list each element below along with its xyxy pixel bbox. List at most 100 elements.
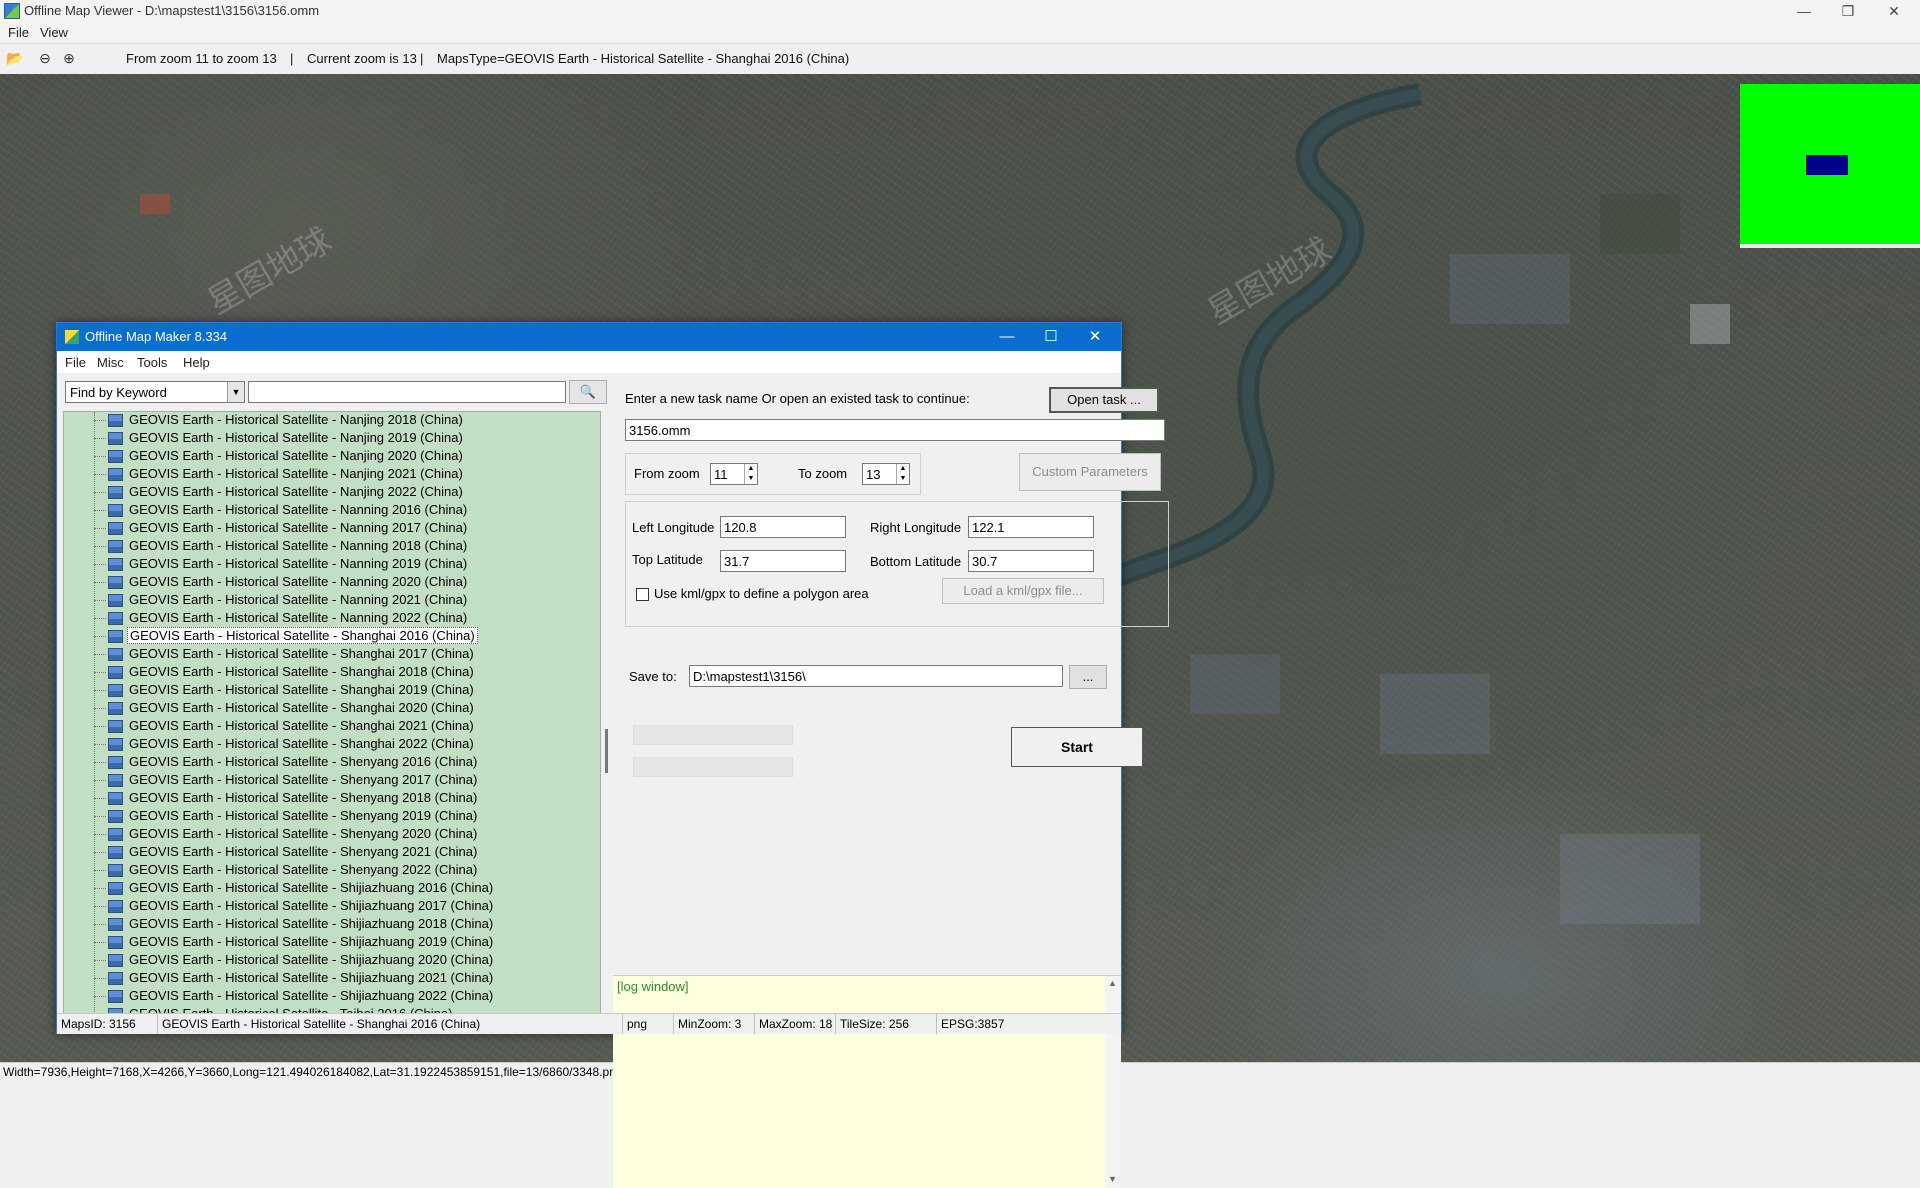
map-tile-icon (108, 810, 123, 824)
tree-item-label: GEOVIS Earth - Historical Satellite - Na… (129, 538, 468, 553)
tree-item[interactable]: GEOVIS Earth - Historical Satellite - Sh… (94, 717, 476, 735)
tree-item[interactable]: GEOVIS Earth - Historical Satellite - Sh… (94, 879, 495, 897)
dialog-menu-file[interactable]: File (65, 355, 86, 370)
tree-item[interactable]: GEOVIS Earth - Historical Satellite - Sh… (94, 825, 479, 843)
bottom-latitude-input[interactable]: 30.7 (968, 550, 1094, 572)
save-to-input[interactable]: D:\mapstest1\3156\ (689, 665, 1063, 687)
tree-item[interactable]: GEOVIS Earth - Historical Satellite - Sh… (94, 699, 476, 717)
scroll-down-icon[interactable]: ▼ (1108, 1174, 1117, 1184)
tree-item[interactable]: GEOVIS Earth - Historical Satellite - Na… (94, 537, 469, 555)
tree-item-label: GEOVIS Earth - Historical Satellite - Na… (129, 520, 468, 535)
tree-item[interactable]: GEOVIS Earth - Historical Satellite - Sh… (94, 987, 495, 1005)
search-button[interactable]: 🔍 (569, 380, 607, 404)
tree-item[interactable]: GEOVIS Earth - Historical Satellite - Sh… (94, 933, 495, 951)
tree-item-label: GEOVIS Earth - Historical Satellite - Sh… (129, 970, 494, 985)
tree-item[interactable]: GEOVIS Earth - Historical Satellite - Na… (94, 447, 465, 465)
dialog-menu-misc[interactable]: Misc (97, 355, 124, 370)
tree-item[interactable]: GEOVIS Earth - Historical Satellite - Sh… (94, 663, 476, 681)
tree-item[interactable]: GEOVIS Earth - Historical Satellite - Sh… (94, 843, 479, 861)
log-scrollbar[interactable]: ▲ ▼ (1105, 976, 1121, 1188)
save-to-value: D:\mapstest1\3156\ (693, 669, 806, 684)
map-tile-icon (108, 648, 123, 662)
stepper-arrows-icon[interactable]: ▲ ▼ (896, 464, 909, 484)
tree-item[interactable]: GEOVIS Earth - Historical Satellite - Na… (94, 483, 465, 501)
tree-item-label: GEOVIS Earth - Historical Satellite - Sh… (129, 826, 478, 841)
log-window[interactable]: [log window] ▲ ▼ (613, 975, 1121, 1188)
tree-item[interactable]: GEOVIS Earth - Historical Satellite - Sh… (94, 753, 479, 771)
dialog-menu-tools[interactable]: Tools (137, 355, 167, 370)
tree-item-label: GEOVIS Earth - Historical Satellite - Sh… (129, 736, 474, 751)
open-task-button[interactable]: Open task ... (1049, 387, 1159, 413)
custom-parameters-button[interactable]: Custom Parameters (1019, 453, 1161, 491)
tree-item[interactable]: GEOVIS Earth - Historical Satellite - Sh… (94, 915, 495, 933)
tree-item[interactable]: GEOVIS Earth - Historical Satellite - Sh… (94, 861, 479, 879)
viewer-restore-button[interactable]: ❐ (1826, 0, 1870, 22)
viewer-menu-file[interactable]: File (8, 25, 29, 40)
tree-item[interactable]: GEOVIS Earth - Historical Satellite - Sh… (94, 969, 495, 987)
tree-item[interactable]: GEOVIS Earth - Historical Satellite - Sh… (94, 681, 476, 699)
tree-item[interactable]: GEOVIS Earth - Historical Satellite - Na… (94, 591, 469, 609)
viewer-menu-view[interactable]: View (40, 25, 68, 40)
overview-viewport-rect[interactable] (1806, 155, 1848, 175)
tree-item-label: GEOVIS Earth - Historical Satellite - Na… (129, 502, 468, 517)
tree-item[interactable]: GEOVIS Earth - Historical Satellite - Na… (94, 519, 469, 537)
start-button[interactable]: Start (1011, 727, 1143, 767)
task-name-input[interactable]: 3156.omm (625, 419, 1165, 441)
tree-item-label: GEOVIS Earth - Historical Satellite - Sh… (129, 808, 478, 823)
map-tile-icon (108, 450, 123, 464)
tree-item[interactable]: GEOVIS Earth - Historical Satellite - Na… (94, 573, 469, 591)
to-zoom-stepper[interactable]: 13 ▲ ▼ (862, 463, 910, 485)
right-longitude-input[interactable]: 122.1 (968, 516, 1094, 538)
dialog-close-button[interactable]: ✕ (1073, 323, 1117, 351)
tree-item[interactable]: GEOVIS Earth - Historical Satellite - Na… (94, 555, 469, 573)
tree-scrollbar-thumb[interactable] (605, 729, 608, 773)
tree-item-label: GEOVIS Earth - Historical Satellite - Sh… (129, 916, 494, 931)
tree-item[interactable]: GEOVIS Earth - Historical Satellite - Sh… (94, 735, 476, 753)
dialog-minimize-button[interactable]: — (985, 323, 1029, 351)
tree-item[interactable]: GEOVIS Earth - Historical Satellite - Sh… (94, 771, 479, 789)
zoom-out-icon[interactable]: ⊖ (37, 50, 53, 66)
chevron-down-icon[interactable]: ▼ (227, 382, 244, 402)
find-mode-select[interactable]: Find by Keyword ▼ (65, 381, 245, 403)
search-input[interactable] (248, 381, 566, 403)
stepper-arrows-icon[interactable]: ▲ ▼ (744, 464, 757, 484)
tree-item[interactable]: GEOVIS Earth - Historical Satellite - Sh… (94, 627, 478, 645)
zoom-in-icon[interactable]: ⊕ (61, 50, 77, 66)
tree-item[interactable]: GEOVIS Earth - Historical Satellite - Na… (94, 501, 469, 519)
map-tile-icon (108, 504, 123, 518)
tree-item[interactable]: GEOVIS Earth - Historical Satellite - Sh… (94, 807, 479, 825)
map-tile-icon (108, 918, 123, 932)
left-longitude-input[interactable]: 120.8 (720, 516, 846, 538)
kml-checkbox[interactable] (636, 588, 649, 601)
left-longitude-value: 120.8 (724, 520, 757, 535)
dialog-menu-help[interactable]: Help (183, 355, 210, 370)
tree-connector (94, 978, 106, 980)
map-tile-icon (108, 936, 123, 950)
load-kml-button[interactable]: Load a kml/gpx file... (942, 578, 1104, 604)
tree-item[interactable]: GEOVIS Earth - Historical Satellite - Sh… (94, 645, 476, 663)
task-settings-pane: Enter a new task name Or open an existed… (613, 373, 1169, 1188)
tree-item[interactable]: GEOVIS Earth - Historical Satellite - Na… (94, 609, 469, 627)
viewer-close-button[interactable]: ✕ (1872, 0, 1916, 22)
tree-item[interactable]: GEOVIS Earth - Historical Satellite - Na… (94, 429, 465, 447)
map-type-tree[interactable]: GEOVIS Earth - Historical Satellite - Na… (63, 411, 601, 1017)
map-tile-icon (108, 432, 123, 446)
map-tile-icon (108, 972, 123, 986)
app-icon (65, 330, 79, 344)
viewer-minimize-button[interactable]: — (1782, 0, 1826, 22)
tree-item[interactable]: GEOVIS Earth - Historical Satellite - Sh… (94, 789, 479, 807)
overview-minimap[interactable] (1740, 84, 1920, 248)
from-zoom-stepper[interactable]: 11 ▲ ▼ (710, 463, 758, 485)
dialog-maximize-button[interactable]: ☐ (1029, 323, 1073, 351)
tree-item[interactable]: GEOVIS Earth - Historical Satellite - Sh… (94, 897, 495, 915)
scroll-up-icon[interactable]: ▲ (1108, 978, 1117, 988)
status-max-zoom: MaxZoom: 18 (755, 1014, 836, 1034)
current-zoom-info: Current zoom is 13 (307, 51, 417, 66)
tree-item[interactable]: GEOVIS Earth - Historical Satellite - Sh… (94, 951, 495, 969)
status-maps-name: GEOVIS Earth - Historical Satellite - Sh… (158, 1014, 623, 1034)
browse-button[interactable]: ... (1069, 665, 1107, 689)
tree-item[interactable]: GEOVIS Earth - Historical Satellite - Na… (94, 412, 465, 429)
tree-item[interactable]: GEOVIS Earth - Historical Satellite - Na… (94, 465, 465, 483)
open-folder-icon[interactable]: 📂 (6, 50, 23, 66)
top-latitude-input[interactable]: 31.7 (720, 550, 846, 572)
